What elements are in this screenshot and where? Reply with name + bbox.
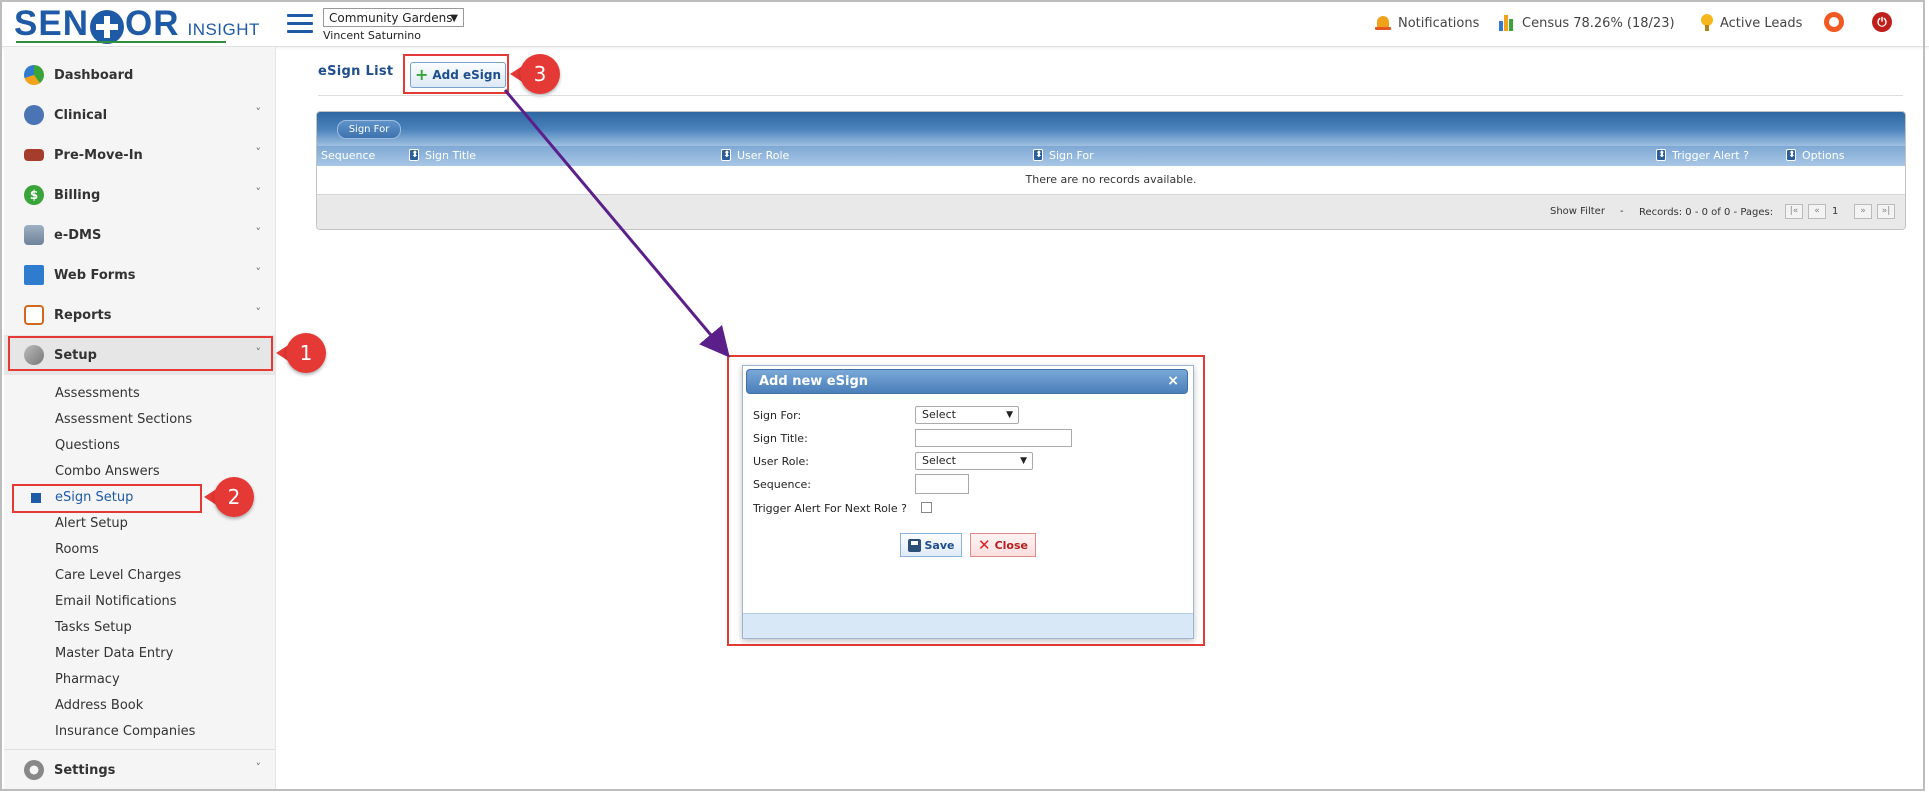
sign-for-select[interactable]: Select ▼ xyxy=(915,406,1019,424)
close-icon[interactable]: × xyxy=(1167,370,1179,393)
user-role-label: User Role: xyxy=(753,455,809,468)
caret-down-icon: ▼ xyxy=(1006,410,1013,420)
caret-down-icon: ▼ xyxy=(1020,456,1027,466)
trigger-alert-checkbox[interactable] xyxy=(921,502,932,513)
dialog-title-bar: Add new eSign × xyxy=(746,369,1188,394)
dialog-footer xyxy=(743,613,1193,638)
close-button[interactable]: ✕ Close xyxy=(970,533,1036,557)
sequence-label: Sequence: xyxy=(753,478,811,491)
user-role-select[interactable]: Select ▼ xyxy=(915,452,1033,470)
sign-for-label: Sign For: xyxy=(753,409,802,422)
close-label: Close xyxy=(994,538,1028,552)
sign-title-label: Sign Title: xyxy=(753,432,808,445)
dialog-title: Add new eSign xyxy=(759,374,869,389)
sequence-input[interactable] xyxy=(915,474,969,494)
x-icon: ✕ xyxy=(978,536,991,554)
add-esign-dialog: Add new eSign × Sign For: Select ▼ Sign T… xyxy=(742,365,1194,639)
save-button[interactable]: Save xyxy=(900,533,962,557)
save-icon xyxy=(907,538,921,552)
trigger-alert-label: Trigger Alert For Next Role ? xyxy=(753,502,907,515)
save-label: Save xyxy=(924,538,955,552)
sign-title-input[interactable] xyxy=(915,429,1072,447)
